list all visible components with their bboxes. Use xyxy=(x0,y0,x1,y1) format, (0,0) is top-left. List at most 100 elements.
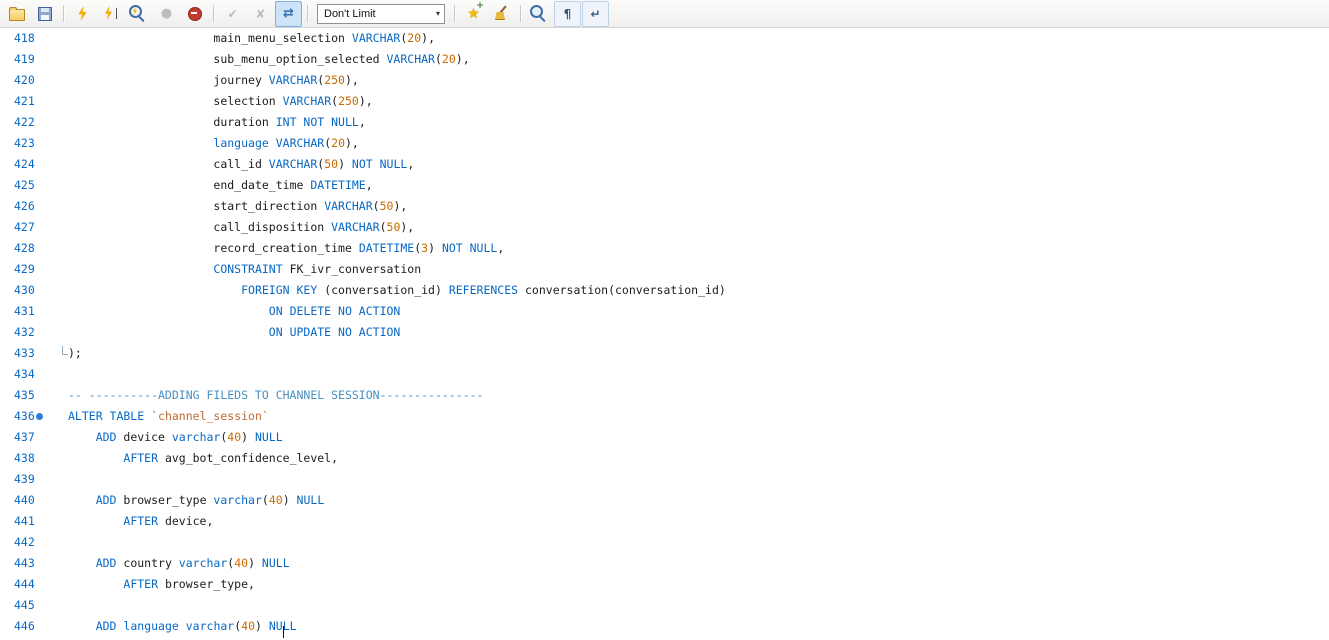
statement-marker-icon xyxy=(36,413,43,420)
code-text[interactable]: start_direction VARCHAR(50), xyxy=(50,196,407,217)
code-line: 431 ON DELETE NO ACTION xyxy=(0,301,1329,322)
line-number: 423 xyxy=(0,133,50,154)
line-number: 439 xyxy=(0,469,50,490)
code-line: 442 xyxy=(0,532,1329,553)
code-text[interactable]: ON DELETE NO ACTION xyxy=(50,301,400,322)
line-number: 420 xyxy=(0,70,50,91)
code-text[interactable]: FOREIGN KEY (conversation_id) REFERENCES… xyxy=(50,280,726,301)
code-text[interactable]: main_menu_selection VARCHAR(20), xyxy=(50,28,435,49)
line-number: 418 xyxy=(0,28,50,49)
code-line: 441 AFTER device, xyxy=(0,511,1329,532)
code-line: 419 sub_menu_option_selected VARCHAR(20)… xyxy=(0,49,1329,70)
line-number: 446 xyxy=(0,616,50,637)
code-text[interactable] xyxy=(50,637,68,639)
toggle-word-wrap-button[interactable]: ↵ xyxy=(582,1,609,27)
code-text[interactable]: ALTER TABLE `channel_session` xyxy=(50,406,269,427)
save-icon xyxy=(38,7,52,21)
save-sql-script-button[interactable] xyxy=(31,1,58,27)
toolbar-separator xyxy=(307,5,308,22)
code-text[interactable]: selection VARCHAR(250), xyxy=(50,91,373,112)
code-line: 420 journey VARCHAR(250), xyxy=(0,70,1329,91)
toggle-autocommit-button[interactable]: ⇄ xyxy=(275,1,302,27)
broom-icon xyxy=(494,6,509,21)
line-number: 419 xyxy=(0,49,50,70)
code-text[interactable]: record_creation_time DATETIME(3) NOT NUL… xyxy=(50,238,504,259)
code-text[interactable]: ON UPDATE NO ACTION xyxy=(50,322,400,343)
line-number: 443 xyxy=(0,553,50,574)
toolbar-separator xyxy=(63,5,64,22)
code-text[interactable]: AFTER device, xyxy=(50,511,213,532)
stop-on-error-icon xyxy=(188,7,202,21)
code-text[interactable]: duration INT NOT NULL, xyxy=(50,112,366,133)
code-line: 423 language VARCHAR(20), xyxy=(0,133,1329,154)
autocommit-icon: ⇄ xyxy=(283,7,294,20)
limit-rows-combobox[interactable]: Don't Limit▾ xyxy=(317,4,445,24)
code-line: 437 ADD device varchar(40) NULL xyxy=(0,427,1329,448)
star-plus-icon: ★ xyxy=(467,7,480,21)
limit-rows-value: Don't Limit xyxy=(324,8,376,20)
line-number: 427 xyxy=(0,217,50,238)
code-line: 447 xyxy=(0,637,1329,639)
line-number: 429 xyxy=(0,259,50,280)
magnifier-lightning-icon xyxy=(129,5,142,18)
line-number: 430 xyxy=(0,280,50,301)
code-text[interactable] xyxy=(50,532,68,553)
code-text[interactable]: sub_menu_option_selected VARCHAR(20), xyxy=(50,49,470,70)
line-number: 433 xyxy=(0,343,50,364)
stop-icon: ● xyxy=(161,7,172,20)
code-text[interactable]: journey VARCHAR(250), xyxy=(50,70,359,91)
line-number: 434 xyxy=(0,364,50,385)
save-snippet-button[interactable]: ★ xyxy=(460,1,487,27)
search-icon xyxy=(530,5,543,18)
toolbar-separator xyxy=(213,5,214,22)
rollback-transaction-button: ✘ xyxy=(247,1,274,27)
fold-end-marker-icon xyxy=(62,346,68,355)
line-number: 441 xyxy=(0,511,50,532)
line-number: 421 xyxy=(0,91,50,112)
beautify-script-button[interactable] xyxy=(488,1,515,27)
code-text[interactable] xyxy=(50,595,68,616)
lightning-cursor-icon xyxy=(104,6,118,21)
line-number: 447 xyxy=(0,637,50,639)
code-text[interactable]: ADD language varchar(40) NULL xyxy=(50,616,297,637)
code-line: 424 call_id VARCHAR(50) NOT NULL, xyxy=(0,154,1329,175)
explain-plan-button[interactable] xyxy=(125,1,152,27)
execute-lightning-icon xyxy=(77,6,89,21)
toggle-stop-on-error-button[interactable] xyxy=(181,1,208,27)
code-text[interactable] xyxy=(50,364,68,385)
find-panel-button[interactable] xyxy=(526,1,553,27)
code-line: 426 start_direction VARCHAR(50), xyxy=(0,196,1329,217)
code-text[interactable]: call_id VARCHAR(50) NOT NULL, xyxy=(50,154,414,175)
code-text[interactable]: ADD browser_type varchar(40) NULL xyxy=(50,490,324,511)
open-sql-script-button[interactable] xyxy=(3,1,30,27)
line-number: 432 xyxy=(0,322,50,343)
text-caret xyxy=(283,626,284,638)
code-text[interactable]: end_date_time DATETIME, xyxy=(50,175,373,196)
code-line: 434 xyxy=(0,364,1329,385)
code-line: 444 AFTER browser_type, xyxy=(0,574,1329,595)
code-text[interactable]: language VARCHAR(20), xyxy=(50,133,359,154)
code-text[interactable]: call_disposition VARCHAR(50), xyxy=(50,217,414,238)
wrap-text-icon: ↵ xyxy=(590,8,600,20)
line-number: 436 xyxy=(0,406,50,427)
code-line: 436ALTER TABLE `channel_session` xyxy=(0,406,1329,427)
code-line: 440 ADD browser_type varchar(40) NULL xyxy=(0,490,1329,511)
line-number: 426 xyxy=(0,196,50,217)
code-text[interactable]: -- ----------ADDING FILEDS TO CHANNEL SE… xyxy=(50,385,483,406)
code-line: 427 call_disposition VARCHAR(50), xyxy=(0,217,1329,238)
code-text[interactable]: ADD device varchar(40) NULL xyxy=(50,427,283,448)
line-number: 438 xyxy=(0,448,50,469)
line-number: 431 xyxy=(0,301,50,322)
code-text[interactable]: AFTER browser_type, xyxy=(50,574,255,595)
execute-current-statement-button[interactable] xyxy=(97,1,124,27)
code-text[interactable] xyxy=(50,469,68,490)
code-line: 418 main_menu_selection VARCHAR(20), xyxy=(0,28,1329,49)
line-number: 440 xyxy=(0,490,50,511)
code-text[interactable]: AFTER avg_bot_confidence_level, xyxy=(50,448,338,469)
code-text[interactable]: ADD country varchar(40) NULL xyxy=(50,553,290,574)
toggle-invisible-characters-button[interactable]: ¶ xyxy=(554,1,581,27)
code-line: 428 record_creation_time DATETIME(3) NOT… xyxy=(0,238,1329,259)
execute-script-button[interactable] xyxy=(69,1,96,27)
code-text[interactable]: CONSTRAINT FK_ivr_conversation xyxy=(50,259,421,280)
sql-editor[interactable]: 418 main_menu_selection VARCHAR(20),419 … xyxy=(0,28,1329,639)
